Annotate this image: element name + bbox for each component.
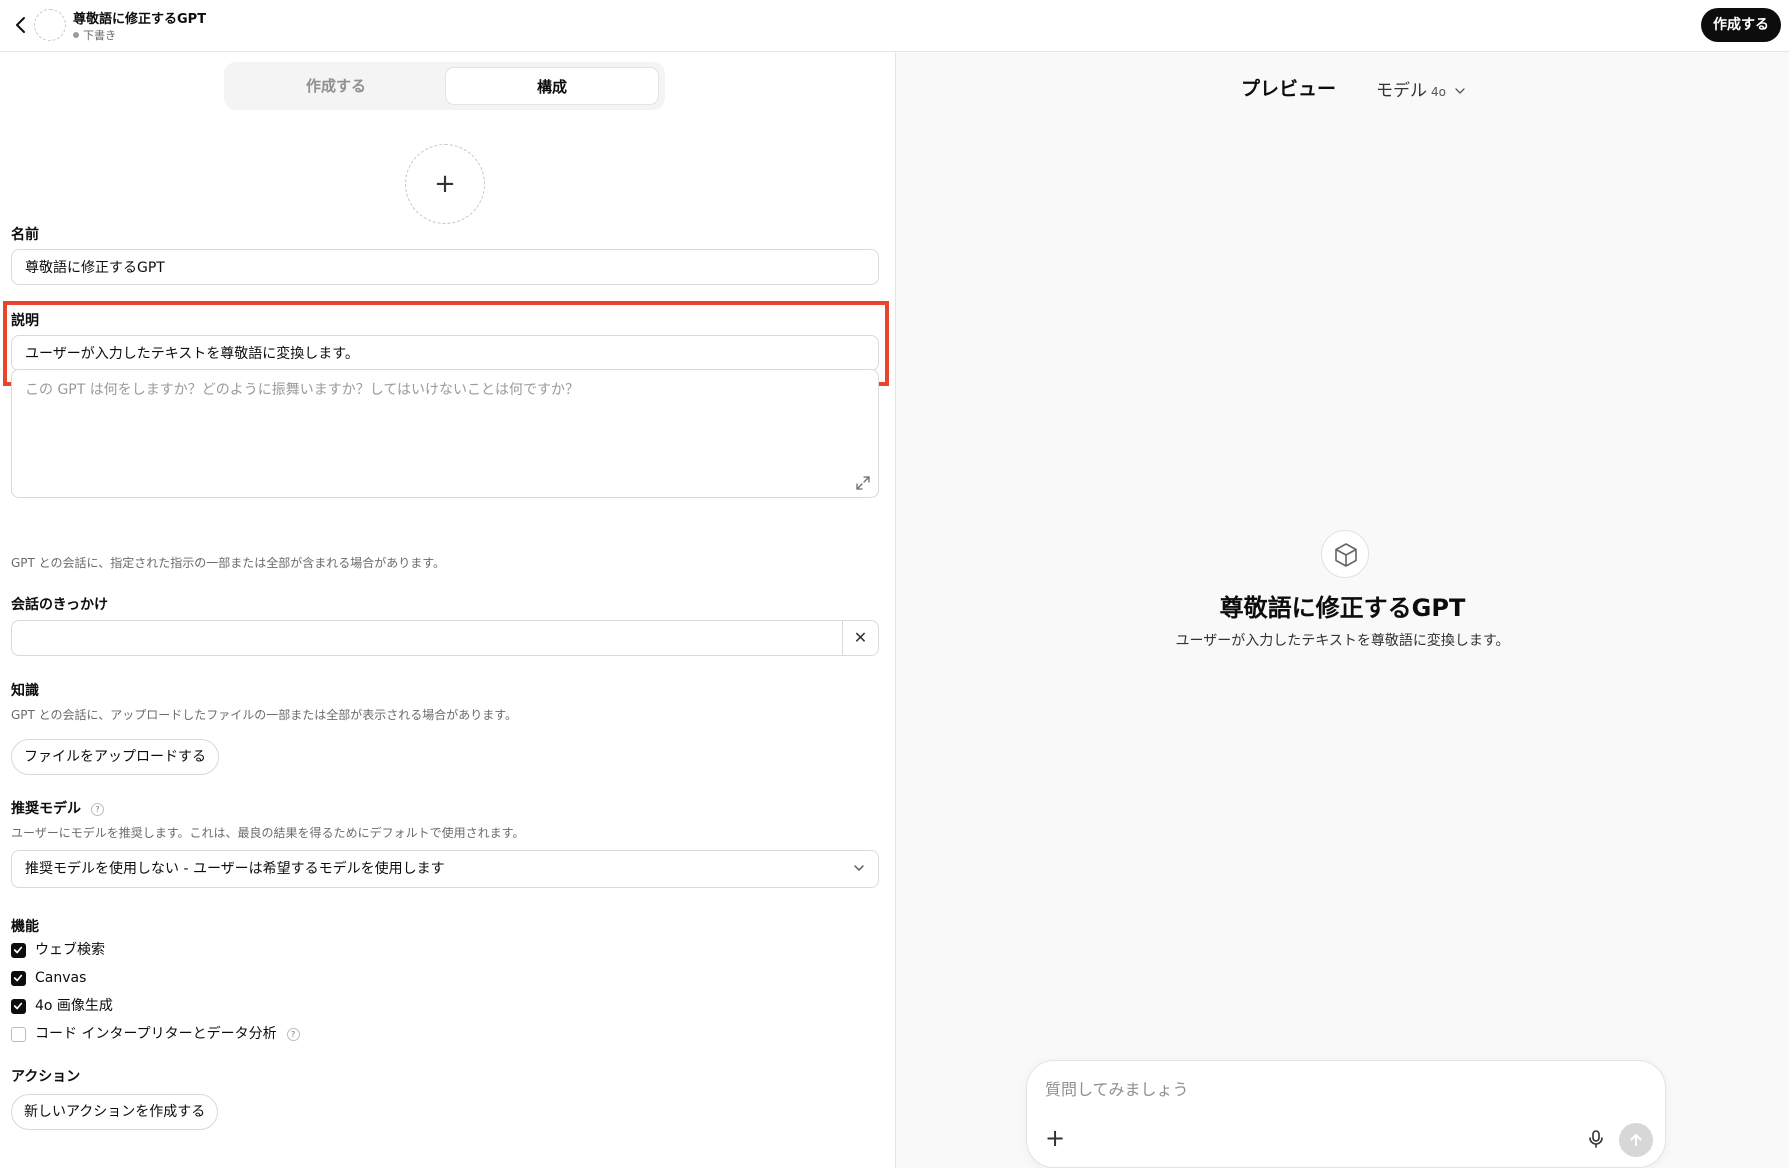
recommended-model-select[interactable]: 推奨モデルを使用しない - ユーザーは希望するモデルを使用します bbox=[11, 850, 879, 888]
chat-composer: + bbox=[1026, 1060, 1666, 1168]
recommended-model-hint: ユーザーにモデルを推奨します。これは、最良の結果を得るためにデフォルトで使用され… bbox=[11, 826, 525, 840]
conversation-starters-label: 会話のきっかけ bbox=[11, 597, 109, 613]
upload-files-button[interactable]: ファイルをアップロードする bbox=[11, 739, 219, 775]
checkbox-checked-icon[interactable] bbox=[11, 999, 26, 1014]
instructions-hint: GPT との会話に、指定された指示の一部または全部が含まれる場合があります。 bbox=[11, 556, 446, 570]
recommended-model-value: 推奨モデルを使用しない - ユーザーは希望するモデルを使用します bbox=[25, 861, 445, 877]
microphone-icon[interactable] bbox=[1586, 1129, 1606, 1149]
help-icon[interactable]: ? bbox=[91, 802, 104, 816]
description-label: 説明 bbox=[11, 313, 39, 329]
gpt-title: 尊敬語に修正するGPT bbox=[73, 12, 207, 27]
add-avatar-button[interactable]: + bbox=[405, 144, 485, 224]
create-button[interactable]: 作成する bbox=[1701, 8, 1781, 42]
create-new-action-button[interactable]: 新しいアクションを作成する bbox=[11, 1094, 219, 1130]
preview-gpt-description: ユーザーが入力したテキストを尊敬語に変換します。 bbox=[1175, 633, 1510, 649]
send-button[interactable] bbox=[1619, 1123, 1653, 1157]
description-input[interactable] bbox=[11, 335, 879, 371]
chat-input[interactable] bbox=[1045, 1073, 1635, 1105]
help-icon[interactable]: ? bbox=[286, 1027, 300, 1041]
arrow-up-icon bbox=[1630, 1134, 1642, 1146]
capability-label: コード インタープリターとデータ分析 bbox=[35, 1026, 277, 1042]
capability-label: Canvas bbox=[35, 970, 87, 986]
model-label: モデル bbox=[1376, 81, 1427, 101]
remove-starter-close-icon[interactable]: ✕ bbox=[842, 621, 878, 655]
preview-title: プレビュー bbox=[1241, 78, 1337, 100]
checkbox-unchecked-icon[interactable] bbox=[11, 1027, 26, 1042]
mode-tabs: 作成する 構成 bbox=[224, 62, 665, 110]
capability-label: 4o 画像生成 bbox=[35, 998, 113, 1014]
top-bar: 尊敬語に修正するGPT 下書き 作成する bbox=[0, 0, 1789, 52]
plus-icon: + bbox=[434, 169, 456, 199]
gpt-cube-icon bbox=[1321, 530, 1369, 578]
draft-status-label: 下書き bbox=[83, 29, 116, 42]
model-selector[interactable]: モデル 4o bbox=[1376, 76, 1466, 101]
tab-create[interactable]: 作成する bbox=[229, 67, 443, 105]
expand-icon[interactable] bbox=[855, 475, 871, 491]
name-input[interactable] bbox=[11, 249, 879, 285]
recommended-model-label-text: 推奨モデル bbox=[11, 801, 81, 817]
recommended-model-label: 推奨モデル? bbox=[11, 798, 104, 818]
chevron-down-icon bbox=[854, 865, 864, 871]
status-dot-icon bbox=[73, 32, 79, 38]
capability-label-row: コード インタープリターとデータ分析? bbox=[35, 1024, 300, 1044]
attach-plus-icon[interactable]: + bbox=[1043, 1126, 1067, 1151]
configure-panel: 作成する 構成 + 名前 説明 指示 GPT との会話に、指定された指示の一部ま… bbox=[0, 52, 895, 1168]
back-arrow-icon[interactable] bbox=[10, 14, 32, 36]
instructions-textarea[interactable] bbox=[11, 369, 879, 498]
draft-status: 下書き bbox=[73, 27, 116, 43]
checkbox-checked-icon[interactable] bbox=[11, 943, 26, 958]
model-version: 4o bbox=[1431, 85, 1446, 99]
gpt-avatar-placeholder bbox=[34, 9, 66, 41]
actions-label: アクション bbox=[11, 1069, 81, 1085]
preview-gpt-name: 尊敬語に修正するGPT bbox=[1219, 594, 1466, 622]
capability-label: ウェブ検索 bbox=[35, 942, 105, 958]
preview-panel: プレビュー モデル 4o 尊敬語に修正するGPT ユーザーが入力したテキストを尊敬… bbox=[896, 52, 1789, 1168]
capabilities-label: 機能 bbox=[11, 919, 39, 935]
chevron-down-icon bbox=[1455, 88, 1466, 94]
tab-configure[interactable]: 構成 bbox=[445, 67, 659, 105]
name-label: 名前 bbox=[11, 227, 39, 243]
knowledge-label: 知識 bbox=[11, 683, 39, 699]
knowledge-hint: GPT との会話に、アップロードしたファイルの一部または全部が表示される場合があ… bbox=[11, 708, 518, 722]
conversation-starter-row: ✕ bbox=[11, 620, 879, 656]
conversation-starter-input[interactable] bbox=[12, 621, 842, 655]
checkbox-checked-icon[interactable] bbox=[11, 971, 26, 986]
